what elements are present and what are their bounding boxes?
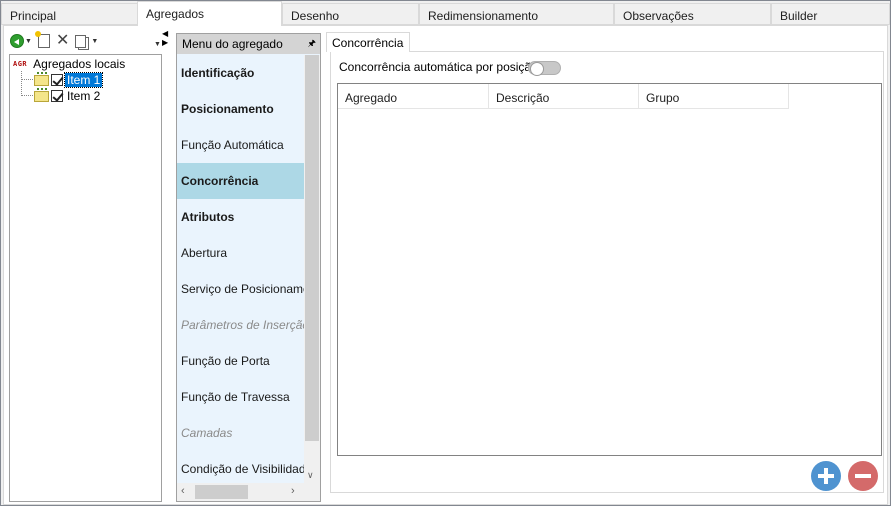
column-header-agregado[interactable]: Agregado — [338, 84, 489, 109]
auto-concurrency-toggle[interactable] — [528, 61, 561, 76]
dropdown-arrow-icon: ▼ — [91, 37, 99, 45]
menu-item-servico-posicionamento[interactable]: Serviço de Posicionamento — [177, 271, 304, 307]
add-button[interactable] — [811, 461, 841, 491]
tree-item[interactable]: Item 1 — [34, 71, 104, 88]
menu-item-concorrencia[interactable]: Concorrência — [177, 163, 304, 199]
tab-redimensionamento[interactable]: Redimensionamento — [419, 3, 614, 25]
item-checkbox[interactable] — [51, 90, 63, 102]
menu-collapse-toggle[interactable]: ◀ ▶ — [162, 29, 168, 47]
tab-observacoes[interactable]: Observações — [614, 3, 771, 25]
chevron-right-icon[interactable]: › — [291, 485, 295, 497]
scroll-thumb[interactable] — [195, 485, 248, 499]
tree-root-node[interactable]: AGR Agregados locais — [13, 56, 127, 72]
agregados-tree[interactable]: AGR Agregados locais Item 1 Item 2 — [9, 54, 162, 502]
arrow-right-icon: ▶ — [162, 38, 169, 47]
menu-list: Identificação Posicionamento Função Auto… — [177, 55, 304, 483]
menu-item-posicionamento[interactable]: Posicionamento — [177, 91, 304, 127]
aggregate-folder-icon — [34, 87, 49, 102]
menu-item-funcao-porta[interactable]: Função de Porta — [177, 343, 304, 379]
column-header-descricao[interactable]: Descrição — [489, 84, 639, 109]
tree-item-label: Item 2 — [67, 89, 101, 103]
auto-concurrency-label: Concorrência automática por posição — [339, 60, 538, 74]
chevron-down-icon[interactable]: ∨ — [307, 470, 314, 481]
menu-item-parametros-insercao: Parâmetros de Inserção — [181, 318, 304, 332]
new-item-icon — [34, 31, 50, 48]
column-header-grupo[interactable]: Grupo — [639, 84, 789, 109]
remove-button[interactable] — [848, 461, 878, 491]
menu-item-identificacao[interactable]: Identificação — [177, 55, 304, 91]
menu-item-atributos[interactable]: Atributos — [177, 199, 304, 235]
toolbar-overflow-icon[interactable]: ▼ — [154, 41, 161, 48]
item-checkbox[interactable] — [51, 74, 63, 86]
top-tab-bar: Principal Agregados Desenho Redimensiona… — [1, 1, 890, 26]
menu-header: Menu do agregado 🖈 — [177, 34, 320, 54]
menu-vertical-scrollbar[interactable]: ∨ — [304, 55, 320, 483]
tree-line — [21, 71, 22, 96]
menu-header-title: Menu do agregado — [182, 37, 283, 51]
tree-line — [21, 79, 33, 80]
back-button[interactable]: ▼ — [10, 32, 32, 50]
aggregate-folder-icon — [34, 71, 49, 86]
menu-item-condicao-visibilidade[interactable]: Condição de Visibilidade — [177, 451, 304, 483]
tab-builder[interactable]: Builder — [771, 3, 890, 25]
menu-horizontal-scrollbar[interactable]: ‹ › — [177, 483, 320, 501]
arrow-left-icon: ◀ — [162, 29, 169, 38]
green-back-arrow-icon — [10, 34, 24, 48]
menu-item-funcao-automatica[interactable]: Função Automática — [177, 127, 304, 163]
tree-line — [21, 95, 33, 96]
tab-principal[interactable]: Principal — [1, 3, 138, 25]
menu-item-camadas: Camadas — [181, 426, 233, 440]
menu-item-funcao-travessa[interactable]: Função de Travessa — [177, 379, 304, 415]
tab-concorrencia[interactable]: Concorrência — [326, 32, 411, 52]
delete-button[interactable]: ✕ — [56, 32, 69, 50]
copy-button[interactable]: ▼ — [75, 32, 98, 50]
dropdown-arrow-icon: ▼ — [25, 37, 32, 45]
tab-agregados[interactable]: Agregados — [137, 1, 282, 26]
grid-header: Agregado Descrição Grupo — [338, 84, 789, 109]
copy-pages-icon — [75, 34, 87, 48]
delete-x-icon: ✕ — [55, 32, 70, 49]
tree-item-label: Item 1 — [63, 72, 104, 88]
new-item-button[interactable] — [34, 31, 50, 50]
agregados-content: ▼ ✕ ▼ ▼ AGR Agregados locais Item 1 Item… — [3, 25, 888, 505]
scroll-thumb[interactable] — [305, 55, 319, 441]
agr-icon: AGR — [13, 60, 28, 68]
tree-toolbar: ▼ ✕ ▼ — [10, 31, 104, 51]
aggregate-menu: Menu do agregado 🖈 Identificação Posicio… — [176, 33, 321, 502]
chevron-left-icon[interactable]: ‹ — [181, 485, 185, 497]
tree-root-label: Agregados locais — [33, 57, 126, 71]
concurrency-grid[interactable]: Agregado Descrição Grupo — [337, 83, 882, 456]
menu-item-abertura[interactable]: Abertura — [177, 235, 304, 271]
concorrencia-panel: Concorrência automática por posição Agre… — [330, 51, 884, 493]
tree-item[interactable]: Item 2 — [34, 87, 102, 104]
pin-icon[interactable]: 🖈 — [308, 36, 316, 52]
tab-desenho[interactable]: Desenho — [282, 3, 419, 25]
